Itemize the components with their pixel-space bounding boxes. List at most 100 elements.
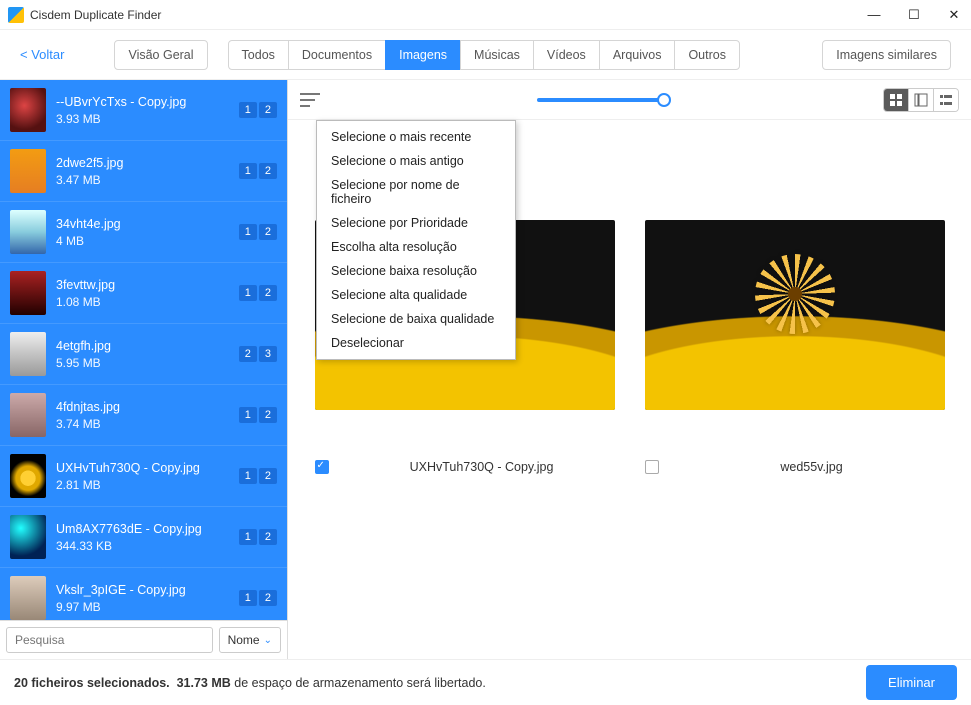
item-filename: 3fevttw.jpg bbox=[56, 278, 115, 292]
thumbnail bbox=[10, 332, 46, 376]
menu-item[interactable]: Selecione baixa resolução bbox=[317, 259, 515, 283]
window-controls: — ☐ ✕ bbox=[865, 7, 963, 23]
list-item[interactable]: Um8AX7763dE - Copy.jpg 344.33 KB 12 bbox=[0, 507, 287, 568]
count-badge: 1 bbox=[239, 590, 257, 606]
thumbnail bbox=[10, 515, 46, 559]
item-filename: Um8AX7763dE - Copy.jpg bbox=[56, 522, 202, 536]
list-item[interactable]: UXHvTuh730Q - Copy.jpg2.81 MB12 bbox=[0, 446, 287, 507]
footer: 20 ficheiros selecionados. 31.73 MB de e… bbox=[0, 659, 971, 705]
item-filename: Vkslr_3pIGE - Copy.jpg bbox=[56, 583, 186, 597]
item-size: 3.74 MB bbox=[56, 417, 120, 431]
slider-thumb[interactable] bbox=[657, 93, 671, 107]
menu-item[interactable]: Selecione por nome de ficheiro bbox=[317, 173, 515, 211]
category-tabs: TodosDocumentosImagensMúsicasVídeosArqui… bbox=[228, 40, 740, 70]
similar-images-button[interactable]: Imagens similares bbox=[822, 40, 951, 70]
item-size: 3.47 MB bbox=[56, 173, 123, 187]
app-icon bbox=[8, 7, 24, 23]
content-pane: Selecione o mais recenteSelecione o mais… bbox=[288, 80, 971, 659]
count-badge: 2 bbox=[259, 590, 277, 606]
list-view-button[interactable] bbox=[934, 89, 958, 111]
menu-item[interactable]: Deselecionar bbox=[317, 331, 515, 355]
grid-view-button[interactable] bbox=[884, 89, 908, 111]
checkbox-right[interactable] bbox=[645, 460, 659, 474]
tab-imagens[interactable]: Imagens bbox=[385, 40, 461, 70]
menu-item[interactable]: Selecione o mais antigo bbox=[317, 149, 515, 173]
back-button[interactable]: < Voltar bbox=[20, 47, 64, 62]
count-badge: 1 bbox=[239, 468, 257, 484]
menu-item[interactable]: Selecione de baixa qualidade bbox=[317, 307, 515, 331]
selected-count: 20 bbox=[14, 676, 28, 690]
minimize-button[interactable]: — bbox=[865, 7, 883, 22]
count-badge: 2 bbox=[259, 529, 277, 545]
column-view-button[interactable] bbox=[909, 89, 933, 111]
preview-right: wed55v.jpg bbox=[645, 220, 945, 474]
tab-documentos[interactable]: Documentos bbox=[288, 40, 386, 70]
list-item[interactable]: Vkslr_3pIGE - Copy.jpg9.97 MB12 bbox=[0, 568, 287, 620]
sort-label: Nome bbox=[228, 633, 260, 647]
count-badge: 2 bbox=[259, 102, 277, 118]
main-area: --UBvrYcTxs - Copy.jpg3.93 MB122dwe2f5.j… bbox=[0, 80, 971, 659]
checkbox-left[interactable] bbox=[315, 460, 329, 474]
delete-button[interactable]: Eliminar bbox=[866, 665, 957, 700]
menu-item[interactable]: Selecione por Prioridade bbox=[317, 211, 515, 235]
menu-item[interactable]: Escolha alta resolução bbox=[317, 235, 515, 259]
chevron-down-icon: ⌄ bbox=[264, 635, 272, 646]
count-badge: 3 bbox=[259, 346, 277, 362]
count-badge: 1 bbox=[239, 529, 257, 545]
item-badges: 12 bbox=[239, 163, 277, 179]
zoom-slider[interactable] bbox=[537, 93, 667, 107]
menu-item[interactable]: Selecione alta qualidade bbox=[317, 283, 515, 307]
item-badges: 12 bbox=[239, 224, 277, 240]
list-item[interactable]: 4fdnjtas.jpg 3.74 MB 12 bbox=[0, 385, 287, 446]
sidebar: --UBvrYcTxs - Copy.jpg3.93 MB122dwe2f5.j… bbox=[0, 80, 288, 659]
list-item[interactable]: 4etgfh.jpg 5.95 MB 23 bbox=[0, 324, 287, 385]
item-filename: 2dwe2f5.jpg bbox=[56, 156, 123, 170]
count-badge: 2 bbox=[259, 468, 277, 484]
slider-track bbox=[537, 98, 667, 102]
app-title: Cisdem Duplicate Finder bbox=[30, 8, 161, 22]
tab-todos[interactable]: Todos bbox=[228, 40, 289, 70]
menu-item[interactable]: Selecione o mais recente bbox=[317, 125, 515, 149]
count-badge: 1 bbox=[239, 285, 257, 301]
toolbar: < Voltar Visão Geral TodosDocumentosImag… bbox=[0, 30, 971, 80]
item-badges: 23 bbox=[239, 346, 277, 362]
overview-button[interactable]: Visão Geral bbox=[114, 40, 207, 70]
filename-left: UXHvTuh730Q - Copy.jpg bbox=[349, 460, 615, 474]
search-input[interactable] bbox=[6, 627, 213, 653]
thumbnail bbox=[10, 88, 46, 132]
count-badge: 2 bbox=[259, 224, 277, 240]
selection-menu-button[interactable] bbox=[300, 93, 320, 107]
sidebar-footer: Nome ⌄ bbox=[0, 620, 287, 659]
sort-dropdown[interactable]: Nome ⌄ bbox=[219, 627, 281, 653]
count-badge: 2 bbox=[239, 346, 257, 362]
maximize-button[interactable]: ☐ bbox=[905, 7, 923, 23]
item-size: 5.95 MB bbox=[56, 356, 111, 370]
count-badge: 1 bbox=[239, 102, 257, 118]
item-size: 3.93 MB bbox=[56, 112, 186, 126]
item-badges: 12 bbox=[239, 407, 277, 423]
thumbnail bbox=[10, 576, 46, 620]
tab-arquivos[interactable]: Arquivos bbox=[599, 40, 676, 70]
duplicate-group-list[interactable]: --UBvrYcTxs - Copy.jpg3.93 MB122dwe2f5.j… bbox=[0, 80, 287, 620]
count-badge: 2 bbox=[259, 285, 277, 301]
filename-right: wed55v.jpg bbox=[679, 460, 945, 474]
selection-context-menu[interactable]: Selecione o mais recenteSelecione o mais… bbox=[316, 120, 516, 360]
thumbnail bbox=[10, 393, 46, 437]
list-item[interactable]: --UBvrYcTxs - Copy.jpg3.93 MB12 bbox=[0, 80, 287, 141]
item-badges: 12 bbox=[239, 285, 277, 301]
preview-image-right[interactable] bbox=[645, 220, 945, 410]
tab-vídeos[interactable]: Vídeos bbox=[533, 40, 600, 70]
item-size: 344.33 KB bbox=[56, 539, 202, 553]
item-badges: 12 bbox=[239, 468, 277, 484]
item-filename: 4etgfh.jpg bbox=[56, 339, 111, 353]
list-item[interactable]: 3fevttw.jpg1.08 MB12 bbox=[0, 263, 287, 324]
list-item[interactable]: 2dwe2f5.jpg 3.47 MB 12 bbox=[0, 141, 287, 202]
close-button[interactable]: ✕ bbox=[945, 7, 963, 23]
tab-músicas[interactable]: Músicas bbox=[460, 40, 534, 70]
tab-outros[interactable]: Outros bbox=[674, 40, 740, 70]
list-item[interactable]: 34vht4e.jpg4 MB12 bbox=[0, 202, 287, 263]
thumbnail bbox=[10, 454, 46, 498]
item-size: 4 MB bbox=[56, 234, 121, 248]
titlebar: Cisdem Duplicate Finder — ☐ ✕ bbox=[0, 0, 971, 30]
item-filename: 4fdnjtas.jpg bbox=[56, 400, 120, 414]
